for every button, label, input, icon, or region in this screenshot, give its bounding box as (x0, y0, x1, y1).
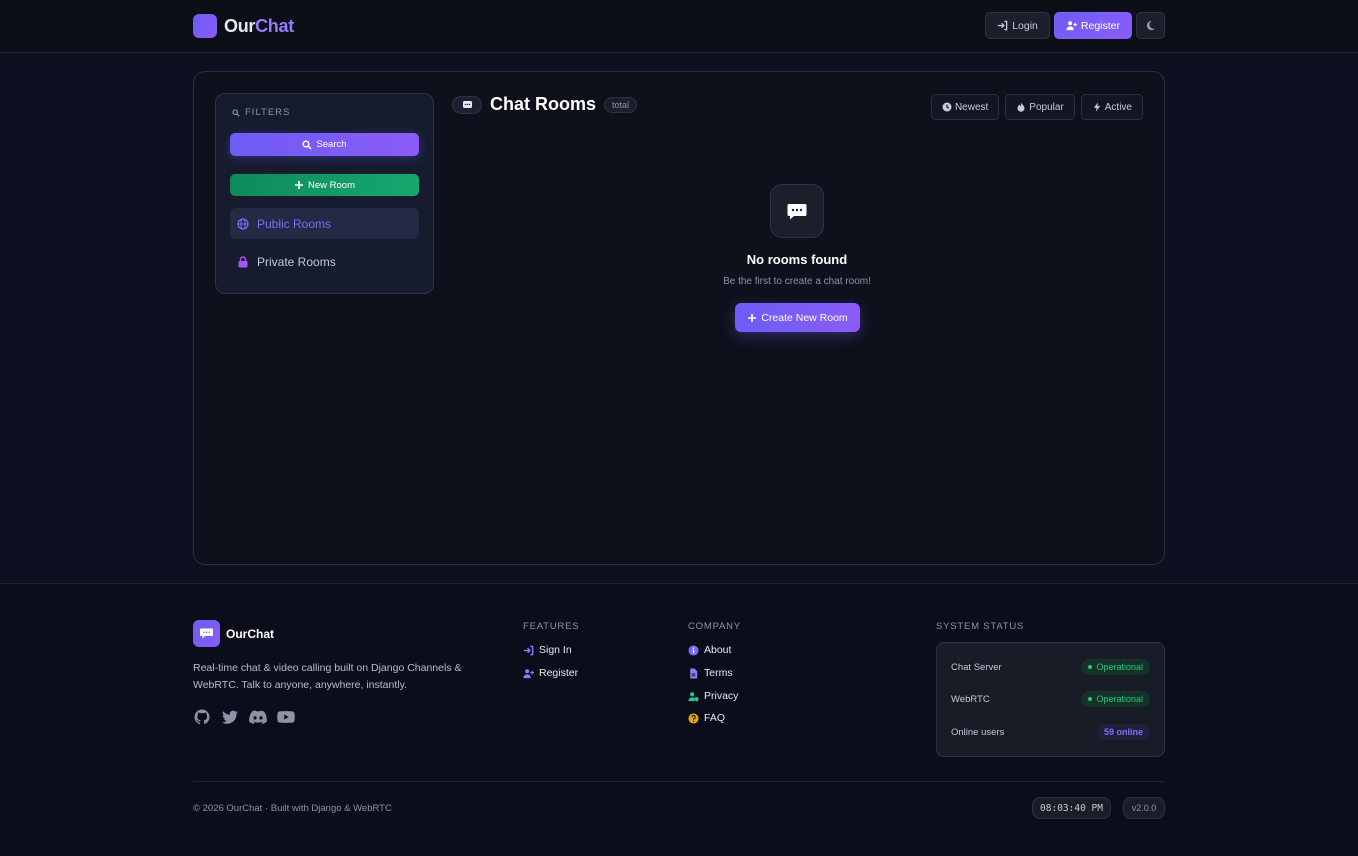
lock-icon (238, 255, 248, 267)
brand-mark-icon (193, 14, 217, 38)
footer-description: Real-time chat & video calling built on … (193, 662, 462, 691)
moon-icon (1146, 20, 1156, 31)
system-status-heading: SYSTEM STATUS (936, 621, 1025, 632)
sidebar-item-public-rooms[interactable]: Public Rooms (230, 208, 419, 239)
footer-link-about[interactable]: About (688, 644, 731, 656)
rooms-header: Chat Rooms total (452, 94, 638, 115)
top-navbar: OurChat Login Register (0, 0, 1358, 53)
file-icon (690, 667, 698, 679)
total-badge: total (604, 96, 638, 113)
globe-icon (237, 217, 249, 230)
copyright-text: © 2026 OurChat · Built with Django & Web… (193, 803, 392, 814)
sign-in-icon (998, 20, 1008, 31)
sign-in-icon (523, 645, 534, 655)
features-heading: FEATURES (523, 621, 580, 632)
status-badge: Operational (1081, 659, 1150, 675)
footer-brand[interactable]: OurChat (193, 620, 274, 647)
github-icon[interactable] (193, 709, 211, 725)
version-badge: v2.0.0 (1123, 797, 1165, 819)
bolt-icon (1093, 102, 1100, 112)
sort-options: Newest Popular Active (930, 94, 1143, 120)
search-icon (302, 139, 312, 150)
fire-icon (1017, 102, 1025, 112)
twitter-icon[interactable] (221, 709, 239, 725)
system-status-panel: Chat Server Operational WebRTC Operation… (936, 642, 1165, 757)
status-row-online-users: Online users 59 online (951, 722, 1150, 742)
sort-popular-button[interactable]: Popular (1005, 94, 1075, 120)
user-plus-icon (1066, 21, 1077, 31)
footer-link-terms[interactable]: Terms (688, 667, 733, 679)
brand-name: OurChat (224, 15, 294, 36)
user-plus-icon (523, 668, 534, 678)
status-dot-icon (1088, 665, 1093, 669)
login-button[interactable]: Login (985, 12, 1050, 39)
sort-newest-button[interactable]: Newest (930, 94, 1000, 120)
status-row-chat-server: Chat Server Operational (951, 657, 1150, 677)
footer-link-sign-in[interactable]: Sign In (523, 644, 572, 656)
clock-display: 08:03:40 PM (1032, 797, 1111, 819)
filters-heading: FILTERS (232, 107, 290, 118)
sidebar-item-private-rooms[interactable]: Private Rooms (230, 246, 419, 277)
footer-link-privacy[interactable]: Privacy (688, 690, 738, 702)
sort-active-button[interactable]: Active (1080, 94, 1143, 120)
footer-link-faq[interactable]: FAQ (688, 712, 725, 724)
empty-state-title: No rooms found (746, 252, 848, 267)
status-row-webrtc: WebRTC Operational (951, 689, 1150, 709)
empty-state-subtitle: Be the first to create a chat room! (723, 276, 871, 287)
search-icon (232, 108, 240, 117)
footer-divider (193, 781, 1165, 782)
chat-bubble-icon (193, 620, 220, 647)
clock-icon (942, 102, 952, 112)
brand-logo[interactable]: OurChat (193, 14, 294, 38)
user-shield-icon (688, 691, 699, 702)
new-room-button[interactable]: New Room (230, 174, 419, 196)
plus-icon (748, 313, 757, 322)
online-count-badge: 59 online (1096, 724, 1150, 740)
status-dot-icon (1088, 697, 1093, 701)
youtube-icon[interactable] (277, 709, 295, 725)
question-icon (688, 712, 699, 724)
create-new-room-button[interactable]: Create New Room (735, 303, 860, 332)
company-heading: COMPANY (688, 621, 741, 632)
register-button[interactable]: Register (1053, 12, 1132, 39)
chat-bubble-icon (452, 95, 482, 114)
social-links (193, 709, 295, 725)
header-actions: Login Register (985, 12, 1165, 39)
page-title: Chat Rooms (490, 94, 597, 114)
empty-state-chat-icon (770, 184, 824, 238)
plus-icon (295, 181, 303, 189)
theme-toggle-button[interactable] (1136, 12, 1165, 39)
discord-icon[interactable] (249, 709, 267, 725)
info-icon (688, 644, 699, 656)
footer-link-register[interactable]: Register (523, 667, 578, 679)
search-button[interactable]: Search (230, 133, 419, 156)
status-badge: Operational (1081, 691, 1150, 707)
